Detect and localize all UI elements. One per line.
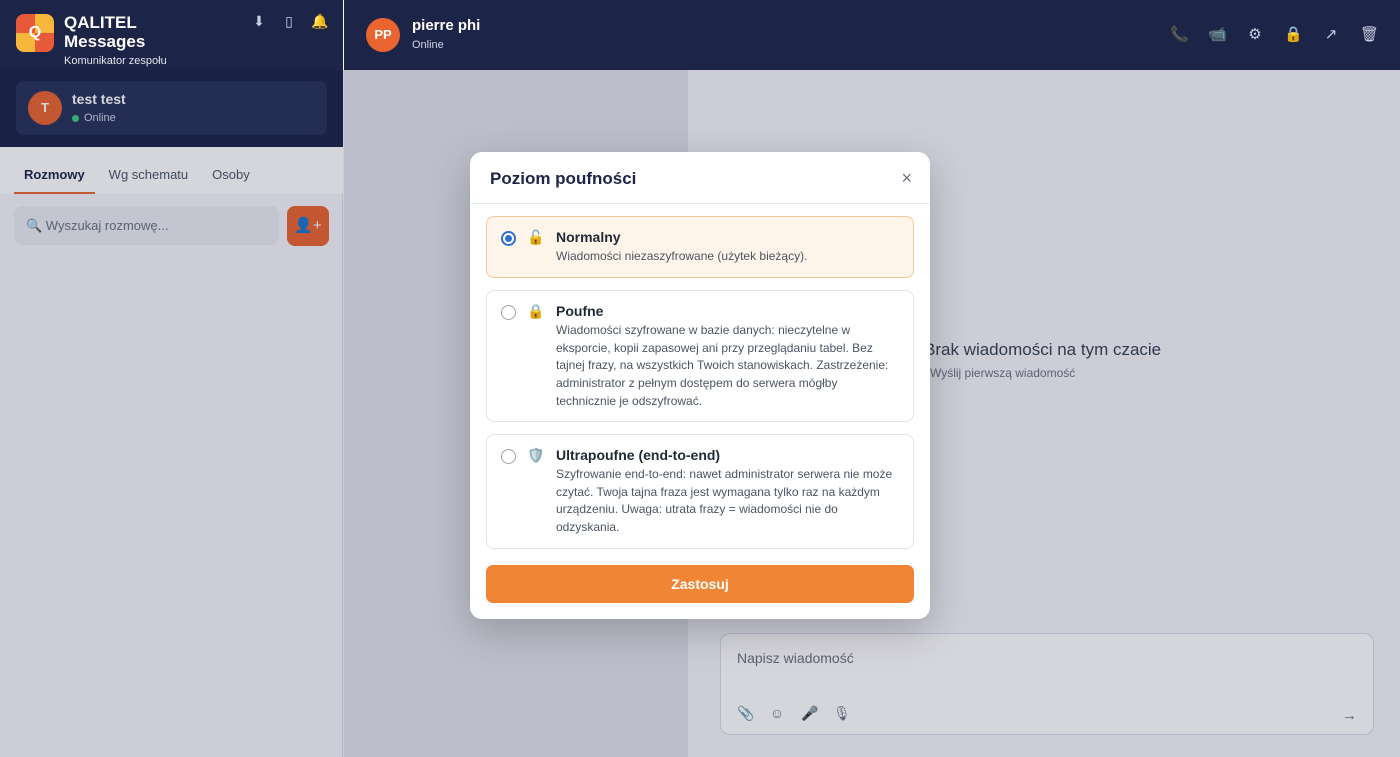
trash-icon[interactable]: 🗑 (1360, 25, 1379, 43)
radio-normalny[interactable] (501, 231, 516, 246)
lock-icon: 🔒 (527, 303, 545, 319)
phone-icon[interactable]: 📞 (1170, 25, 1189, 43)
shield-icon: 🛡️ (527, 447, 545, 463)
option-normalny[interactable]: 🔓 Normalny Wiadomości niezaszyfrowane (u… (486, 216, 914, 278)
unlock-icon: 🔓 (527, 229, 545, 245)
option-title: Normalny (556, 229, 621, 245)
app-logo: Q (16, 14, 54, 52)
dialog-title: Poziom poufności (490, 169, 637, 188)
video-icon[interactable]: 📹 (1208, 25, 1227, 43)
app-title: QALITEL Messages (64, 13, 146, 51)
option-ultrapoufne[interactable]: 🛡️ Ultrapoufne (end-to-end) Szyfrowanie … (486, 434, 914, 549)
header-icons: ⬇ ▯ 🔔 (251, 13, 328, 30)
option-description: Wiadomości szyfrowane w bazie danych: ni… (556, 323, 889, 408)
apply-button[interactable]: Zastosuj (486, 565, 914, 603)
share-icon[interactable]: ↗ (1322, 25, 1340, 43)
lock-icon[interactable]: 🔒 (1284, 25, 1303, 43)
gear-icon[interactable]: ⚙ (1246, 25, 1264, 43)
download-icon[interactable]: ⬇ (251, 13, 267, 30)
chat-header: PP pierre phi Online 📞 📹 ⚙ 🔒 ↗ 🗑 (344, 0, 1400, 70)
dialog-header: Poziom poufności × (470, 152, 930, 204)
peer-avatar: PP (366, 18, 400, 52)
chat-actions: 📞 📹 ⚙ 🔒 ↗ 🗑 (1170, 25, 1379, 43)
peer-name: pierre phi (412, 17, 481, 34)
logo-letter: Q (28, 24, 42, 41)
peer-status: Online (412, 39, 444, 51)
confidentiality-dialog: Poziom poufności × 🔓 Normalny Wiadomości… (470, 152, 930, 619)
option-title: Poufne (556, 303, 604, 319)
option-description: Wiadomości niezaszyfrowane (użytek bieżą… (556, 249, 808, 263)
radio-poufne[interactable] (501, 305, 516, 320)
option-title: Ultrapoufne (end-to-end) (556, 447, 721, 463)
app-subtitle: Komunikator zespołu (64, 55, 167, 67)
bell-icon[interactable]: 🔔 (311, 13, 328, 30)
option-description: Szyfrowanie end-to-end: nawet administra… (556, 467, 893, 535)
phone-device-icon[interactable]: ▯ (281, 13, 297, 30)
close-icon[interactable]: × (901, 168, 912, 189)
radio-ultrapoufne[interactable] (501, 449, 516, 464)
option-poufne[interactable]: 🔒 Poufne Wiadomości szyfrowane w bazie d… (486, 290, 914, 422)
